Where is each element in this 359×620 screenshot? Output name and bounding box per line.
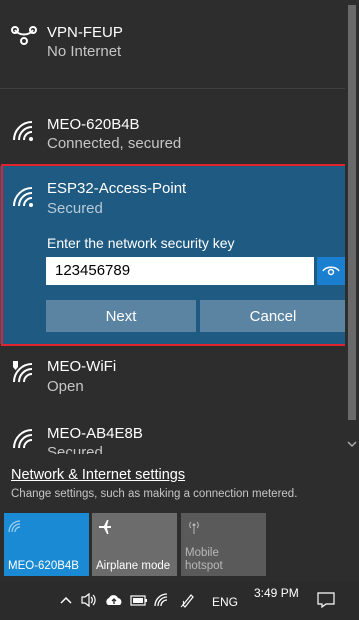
- wifi-icon: [13, 429, 33, 449]
- chevron-down-icon[interactable]: [347, 440, 357, 448]
- mobile-hotspot-tile[interactable]: Mobile hotspot: [181, 513, 266, 576]
- wifi-icon[interactable]: [154, 593, 170, 607]
- tile-label: MEO-620B4B: [8, 560, 79, 572]
- chevron-up-icon[interactable]: [60, 595, 72, 605]
- wifi-icon: [13, 187, 33, 207]
- wifi-open-icon: [13, 361, 33, 383]
- language-indicator[interactable]: ENG: [212, 595, 238, 615]
- battery-icon[interactable]: [129, 593, 149, 607]
- wifi-icon: [13, 121, 33, 141]
- onedrive-icon[interactable]: [104, 593, 124, 607]
- pen-icon[interactable]: [180, 592, 196, 608]
- next-button[interactable]: Next: [46, 300, 196, 332]
- network-name: MEO-AB4E8B: [47, 425, 143, 442]
- security-key-prompt: Enter the network security key: [47, 235, 235, 251]
- tile-label: Mobile: [185, 547, 219, 559]
- network-settings-desc: Change settings, such as making a connec…: [11, 488, 298, 500]
- network-settings-link[interactable]: Network & Internet settings: [11, 467, 185, 483]
- security-key-input[interactable]: 123456789: [46, 257, 314, 285]
- scrollbar-thumb[interactable]: [348, 5, 356, 420]
- network-status: Open: [47, 378, 84, 395]
- network-name: MEO-WiFi: [47, 358, 117, 375]
- network-status: Connected, secured: [47, 135, 182, 152]
- divider: [0, 88, 345, 89]
- network-name: VPN-FEUP: [47, 24, 123, 41]
- reveal-password-button[interactable]: [317, 257, 345, 285]
- tile-label: hotspot: [185, 560, 223, 572]
- airplane-mode-tile[interactable]: Airplane mode: [92, 513, 177, 576]
- network-status: Secured: [47, 200, 103, 217]
- vpn-icon: [11, 26, 37, 45]
- notification-icon[interactable]: [317, 592, 335, 608]
- eye-icon: [322, 266, 340, 276]
- clock[interactable]: 3:49 PM: [254, 586, 299, 606]
- network-name: MEO-620B4B: [47, 116, 140, 133]
- speaker-icon[interactable]: [80, 592, 98, 608]
- cancel-button[interactable]: Cancel: [200, 300, 346, 332]
- tile-label: Airplane mode: [96, 560, 171, 572]
- wifi-icon: [8, 520, 21, 533]
- network-status: No Internet: [47, 43, 122, 60]
- wifi-tile[interactable]: MEO-620B4B: [4, 513, 89, 576]
- hotspot-icon: [189, 521, 199, 534]
- airplane-icon: [99, 520, 111, 534]
- network-status: Secured: [47, 444, 103, 454]
- network-name: ESP32-Access-Point: [47, 180, 187, 197]
